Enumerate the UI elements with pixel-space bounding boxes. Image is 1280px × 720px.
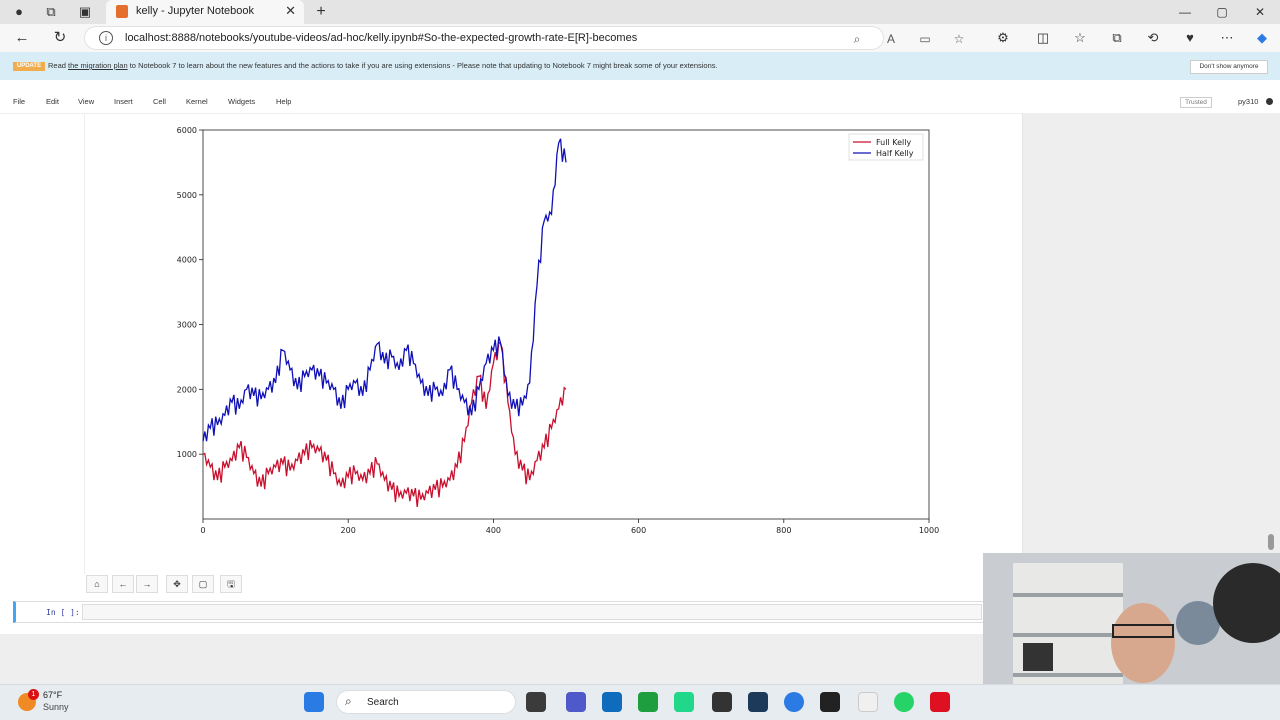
y-tick-label: 3000 — [177, 321, 197, 330]
favorites-icon[interactable]: ☆ — [1070, 28, 1090, 48]
dont-show-anymore-button[interactable]: Don't show anymore — [1190, 60, 1268, 74]
url-text: localhost:8888/notebooks/youtube-videos/… — [125, 32, 638, 44]
tab-title: kelly - Jupyter Notebook — [136, 5, 254, 17]
history-icon[interactable]: ⟲ — [1143, 28, 1163, 48]
weather-condition[interactable]: Sunny — [43, 702, 69, 712]
taskbar-search[interactable]: ⌕ Search — [336, 690, 516, 714]
weather-notification-badge: 1 — [28, 689, 39, 700]
cell-prompt: In [ ]: — [46, 608, 80, 617]
new-tab-button[interactable]: + — [312, 3, 330, 21]
close-window-button[interactable]: ✕ — [1245, 3, 1275, 21]
back-arrow-icon[interactable]: ← — [112, 575, 134, 593]
plot-frame — [202, 129, 930, 520]
menu-help[interactable]: Help — [276, 97, 291, 106]
tab-close-icon[interactable]: ✕ — [285, 3, 296, 19]
back-icon[interactable]: ← — [12, 29, 32, 47]
sheets-icon[interactable] — [638, 692, 658, 712]
app-icon[interactable] — [858, 692, 878, 712]
migration-plan-link[interactable]: the migration plan — [68, 61, 128, 70]
kelly-chart[interactable]: 0 200 400 600 800 1000 1000 2000 3000 4000 5000 600… — [85, 114, 985, 554]
legend-label: Half Kelly — [876, 149, 914, 158]
terminal-icon[interactable] — [820, 692, 840, 712]
x-tick-label: 600 — [631, 526, 646, 535]
tool-app-icon[interactable] — [748, 692, 768, 712]
menu-edit[interactable]: Edit — [46, 97, 59, 106]
task-view-icon[interactable] — [526, 692, 546, 712]
zoom-rect-icon[interactable]: ▢ — [192, 575, 214, 593]
extensions-icon[interactable]: ⚙ — [993, 28, 1013, 48]
kernel-name[interactable]: py310 — [1238, 97, 1258, 106]
menu-view[interactable]: View — [78, 97, 94, 106]
split-screen-icon[interactable]: ◫ — [1033, 28, 1053, 48]
edge-icon[interactable] — [784, 692, 804, 712]
refresh-icon[interactable]: ↻ — [50, 29, 70, 47]
tab-actions-icon[interactable]: ▣ — [76, 3, 94, 21]
x-tick-label: 1000 — [919, 526, 939, 535]
jupyter-favicon-icon — [116, 5, 128, 18]
jupyter-menubar: File Edit View Insert Cell Kernel Widget… — [0, 90, 1280, 114]
store-icon[interactable] — [602, 692, 622, 712]
weather-temperature[interactable]: 67°F — [43, 690, 62, 700]
x-tick-label: 200 — [341, 526, 356, 535]
maximize-button[interactable]: ▢ — [1207, 3, 1237, 21]
y-tick-label: 6000 — [177, 126, 197, 135]
forward-arrow-icon[interactable]: → — [136, 575, 158, 593]
update-badge: UPDATE — [13, 62, 45, 71]
scrollbar-thumb[interactable] — [1268, 534, 1274, 550]
y-tick-label: 2000 — [177, 385, 197, 394]
x-tick-label: 800 — [776, 526, 791, 535]
migration-banner: UPDATE Read the migration plan to Notebo… — [0, 52, 1280, 80]
browser-essentials-icon[interactable]: ♥ — [1180, 28, 1200, 48]
output-area: 0 200 400 600 800 1000 1000 2000 3000 4000 5000 600… — [84, 114, 1024, 574]
kernel-status-icon — [1266, 98, 1273, 105]
settings-more-icon[interactable]: ⋯ — [1217, 28, 1237, 48]
x-tick-label: 0 — [200, 526, 205, 535]
copilot-icon[interactable]: ◆ — [1252, 28, 1272, 48]
site-info-icon[interactable]: i — [99, 31, 113, 45]
y-tick-label: 4000 — [177, 256, 197, 265]
search-label: Search — [367, 697, 399, 708]
teams-icon[interactable] — [566, 692, 586, 712]
zoom-icon[interactable]: ⌕ — [849, 31, 865, 47]
banner-message: Read the migration plan to Notebook 7 to… — [48, 61, 718, 70]
tab-kelly-notebook[interactable]: kelly - Jupyter Notebook ✕ — [106, 0, 304, 24]
menu-widgets[interactable]: Widgets — [228, 97, 255, 106]
read-aloud-icon[interactable]: A — [883, 31, 899, 47]
code-cell[interactable]: In [ ]: — [13, 601, 983, 623]
browser-tab-strip: ● ⧉ ▣ kelly - Jupyter Notebook ✕ + — ▢ ✕ — [0, 0, 1280, 24]
y-tick-label: 5000 — [177, 191, 197, 200]
profile-icon[interactable]: ● — [10, 3, 28, 21]
app-available-icon[interactable]: ▭ — [917, 31, 933, 47]
legend-label: Full Kelly — [876, 138, 911, 147]
home-icon[interactable]: ⌂ — [86, 575, 108, 593]
trusted-indicator[interactable]: Trusted — [1180, 97, 1212, 108]
collections-icon[interactable]: ⧉ — [1107, 28, 1127, 48]
pan-icon[interactable]: ✥ — [166, 575, 188, 593]
pycharm-icon[interactable] — [674, 692, 694, 712]
app-red-icon[interactable] — [930, 692, 950, 712]
workspaces-icon[interactable]: ⧉ — [42, 3, 60, 21]
banner-msg-prefix: Read — [48, 61, 69, 70]
cell-input[interactable] — [82, 604, 982, 620]
windows-start-icon[interactable] — [304, 692, 324, 712]
menu-cell[interactable]: Cell — [153, 97, 166, 106]
y-tick-label: 1000 — [177, 450, 197, 459]
x-tick-label: 400 — [486, 526, 501, 535]
search-icon: ⌕ — [345, 694, 352, 708]
favorite-star-icon[interactable]: ☆ — [951, 31, 967, 47]
minimize-button[interactable]: — — [1170, 3, 1200, 21]
whatsapp-icon[interactable] — [894, 692, 914, 712]
address-bar[interactable]: i localhost:8888/notebooks/youtube-video… — [84, 26, 964, 50]
menu-file[interactable]: File — [13, 97, 25, 106]
menu-insert[interactable]: Insert — [114, 97, 133, 106]
banner-msg-suffix: to Notebook 7 to learn about the new fea… — [127, 61, 718, 70]
obs-icon[interactable] — [712, 692, 732, 712]
menu-kernel[interactable]: Kernel — [186, 97, 208, 106]
save-icon[interactable]: 🖫 — [220, 575, 242, 593]
